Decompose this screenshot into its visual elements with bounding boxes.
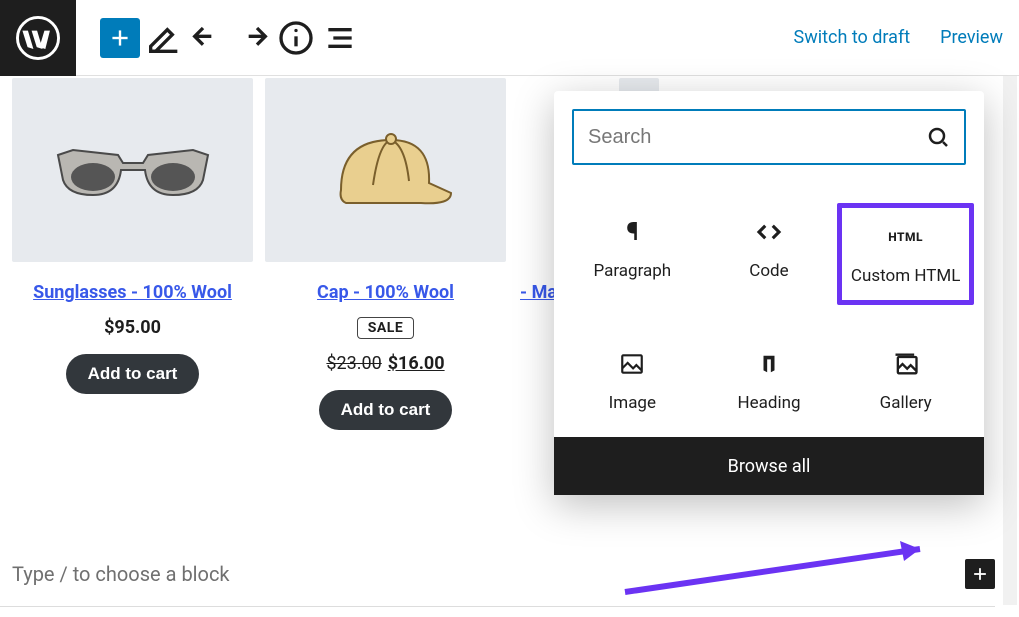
- block-suggestions-grid: ¶ Paragraph Code HTML Custom HTML Image …: [564, 203, 974, 427]
- product-image[interactable]: [265, 78, 506, 262]
- html-icon: HTML: [890, 222, 922, 252]
- block-option-label: Custom HTML: [851, 266, 960, 286]
- preview-link[interactable]: Preview: [940, 27, 1003, 48]
- block-search-input-wrap: [572, 109, 966, 165]
- product-title-link[interactable]: Cap - 100% Wool: [317, 282, 454, 303]
- wordpress-logo[interactable]: [0, 0, 76, 76]
- document-info-button[interactable]: [276, 18, 316, 58]
- block-option-custom-html[interactable]: HTML Custom HTML: [837, 203, 974, 305]
- block-option-code[interactable]: Code: [701, 203, 838, 305]
- document-outline-button[interactable]: [320, 18, 360, 58]
- block-option-label: Gallery: [880, 393, 932, 413]
- outline-icon: [320, 18, 360, 58]
- wordpress-logo-icon: [16, 16, 60, 60]
- toggle-block-inserter-button[interactable]: [100, 18, 140, 58]
- product-card: Cap - 100% Wool SALE $23.00 $16.00 Add to…: [265, 78, 506, 430]
- block-search-input[interactable]: [588, 126, 926, 149]
- block-option-gallery[interactable]: Gallery: [837, 335, 974, 427]
- empty-block-prompt: Type / to choose a block: [10, 559, 995, 589]
- undo-button[interactable]: [188, 18, 228, 58]
- redo-button[interactable]: [232, 18, 272, 58]
- toolbar-right: Switch to draft Preview: [794, 27, 1019, 48]
- cap-icon: [301, 115, 471, 225]
- code-icon: [753, 217, 785, 247]
- sunglasses-icon: [48, 115, 218, 225]
- undo-icon: [188, 18, 228, 58]
- gallery-icon: [890, 349, 922, 379]
- block-option-label: Image: [609, 393, 656, 413]
- block-option-heading[interactable]: Heading: [701, 335, 838, 427]
- product-image[interactable]: [12, 78, 253, 262]
- product-price: $95.00: [104, 317, 161, 338]
- product-title-link[interactable]: Sunglasses - 100% Wool: [33, 282, 232, 303]
- sale-badge: SALE: [357, 317, 414, 339]
- toolbar-left: [76, 18, 360, 58]
- image-icon: [616, 349, 648, 379]
- divider: [0, 606, 995, 607]
- block-option-label: Paragraph: [593, 261, 671, 281]
- block-option-paragraph[interactable]: ¶ Paragraph: [564, 203, 701, 305]
- prompt-placeholder-text[interactable]: Type / to choose a block: [12, 562, 965, 586]
- product-card: Sunglasses - 100% Wool $95.00 Add to car…: [12, 78, 253, 430]
- plus-icon: [970, 564, 990, 584]
- pencil-icon: [144, 18, 184, 58]
- search-icon: [926, 125, 950, 149]
- product-price: $23.00 $16.00: [326, 353, 444, 374]
- product-price-new: $16.00: [388, 353, 445, 374]
- block-option-image[interactable]: Image: [564, 335, 701, 427]
- editor-toolbar: Switch to draft Preview: [0, 0, 1019, 76]
- paragraph-icon: ¶: [616, 217, 648, 247]
- product-title-link[interactable]: - Ma: [520, 282, 557, 303]
- product-price-old: $23.00: [326, 353, 381, 374]
- info-icon: [276, 18, 316, 58]
- browse-all-button[interactable]: Browse all: [554, 437, 984, 495]
- add-to-cart-button[interactable]: Add to cart: [319, 390, 453, 430]
- plus-icon: [107, 25, 133, 51]
- edit-tools-button[interactable]: [144, 18, 184, 58]
- add-block-button[interactable]: [965, 559, 995, 589]
- switch-to-draft-link[interactable]: Switch to draft: [794, 27, 911, 48]
- add-to-cart-button[interactable]: Add to cart: [66, 354, 200, 394]
- heading-icon: [753, 349, 785, 379]
- block-inserter-popover: ¶ Paragraph Code HTML Custom HTML Image …: [554, 91, 984, 495]
- block-option-label: Code: [749, 261, 788, 281]
- block-option-label: Heading: [737, 393, 800, 413]
- redo-icon: [232, 18, 272, 58]
- vertical-scrollbar[interactable]: [1003, 76, 1017, 605]
